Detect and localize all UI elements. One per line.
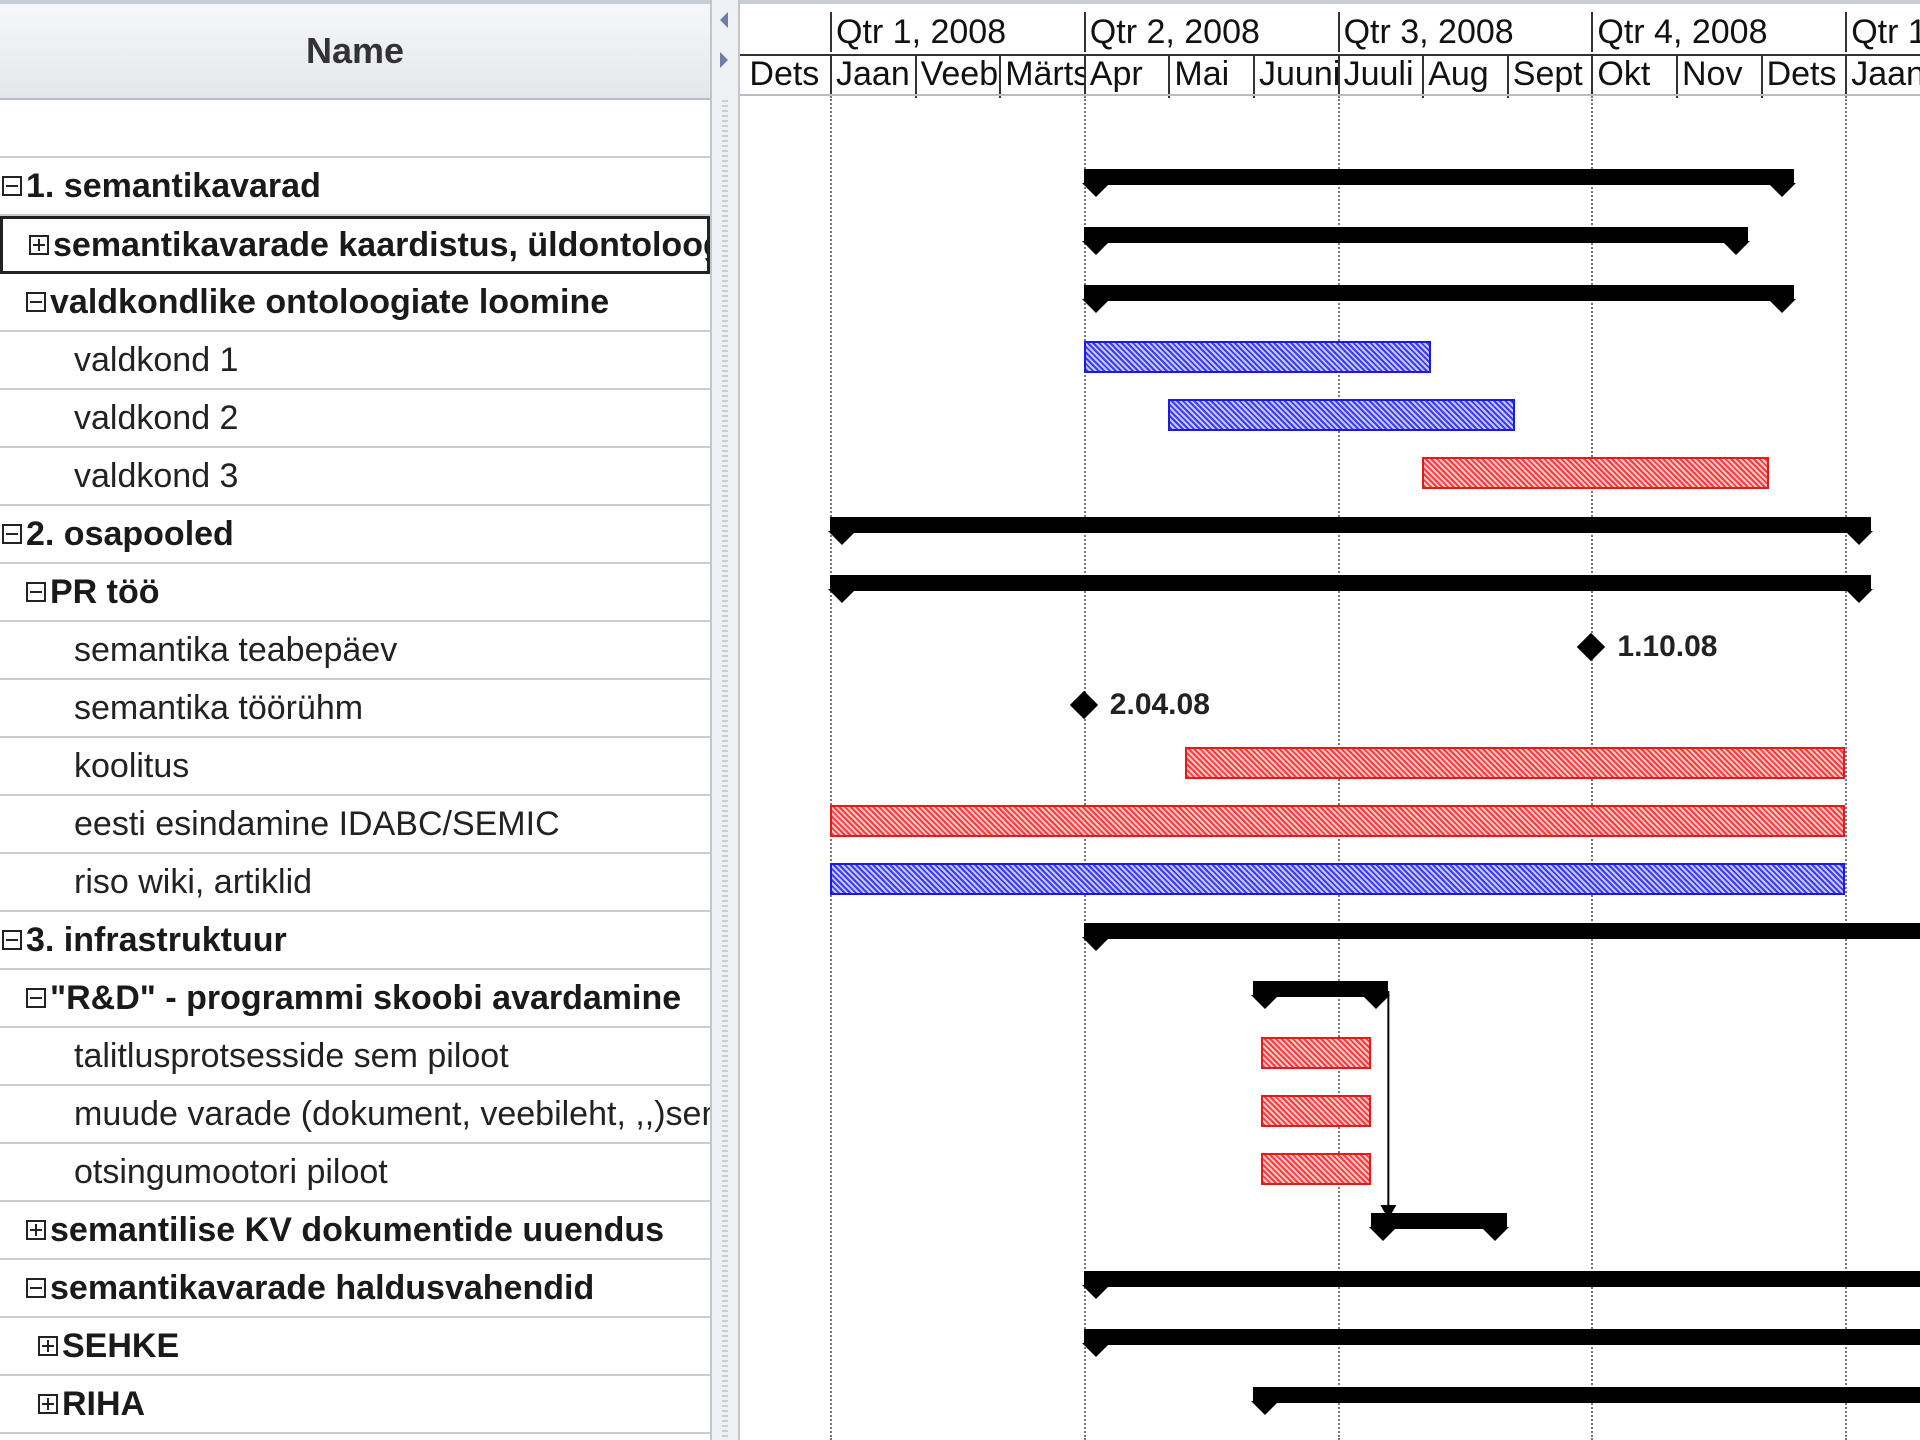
task-name-label: 1. semantikavarad: [26, 166, 321, 205]
project-gantt-window: Name 1. semantikavarad semantikavarade ka…: [0, 0, 1920, 1440]
task-name-label: koolitus: [74, 746, 190, 785]
task-row[interactable]: semantikavarade haldusvahendid: [0, 1260, 710, 1318]
collapse-minus-icon[interactable]: [26, 582, 46, 602]
expand-plus-icon[interactable]: [38, 1394, 58, 1414]
splitter-arrows-icon[interactable]: [714, 8, 734, 68]
task-name-table: Name 1. semantikavarad semantikavarade ka…: [0, 0, 710, 1440]
task-name-label: valdkondlike ontoloogiate loomine: [50, 282, 610, 321]
milestone-date-label: 1.10.08: [1617, 630, 1718, 663]
summary-bar[interactable]: [1250, 1387, 1920, 1415]
collapse-minus-icon[interactable]: [2, 176, 22, 196]
task-row[interactable]: "R&D" - programmi skoobi avardamine: [0, 970, 710, 1028]
summary-bar[interactable]: [1081, 1271, 1920, 1299]
task-row[interactable]: riso wiki, artiklid: [0, 854, 710, 912]
task-bar[interactable]: [1185, 747, 1846, 779]
task-bar[interactable]: [1261, 1037, 1372, 1069]
summary-bar[interactable]: [1081, 923, 1920, 951]
gantt-chart-area: Qtr 1, 2008 Qtr 2, 2008 Qtr 3, 2008 Qtr 4, …: [740, 0, 1920, 1440]
task-name-label: eesti esindamine IDABC/SEMIC: [74, 804, 560, 843]
task-name-label: valdkond 2: [74, 398, 239, 437]
task-name-label: SEHKE: [62, 1326, 180, 1365]
task-name-label: muude varade (dokument, veebileht, ,,)se…: [74, 1094, 710, 1133]
collapse-minus-icon[interactable]: [2, 524, 22, 544]
task-row[interactable]: valdkond 3: [0, 448, 710, 506]
task-row[interactable]: 2. osapooled: [0, 506, 710, 564]
task-bar[interactable]: [1083, 341, 1431, 373]
task-row[interactable]: talitlusprotsesside sem piloot: [0, 1028, 710, 1086]
task-row[interactable]: SEHKE: [0, 1318, 710, 1376]
task-name-label: PR töö: [50, 572, 160, 611]
task-row[interactable]: valdkond 2: [0, 390, 710, 448]
collapse-minus-icon[interactable]: [26, 1278, 46, 1298]
task-name-label: RIHA: [62, 1384, 146, 1423]
task-bar[interactable]: [1261, 1153, 1372, 1185]
milestone-diamond[interactable]: [1577, 632, 1606, 662]
summary-bar[interactable]: [1369, 1213, 1510, 1241]
task-name-label: "R&D" - programmi skoobi avardamine: [50, 978, 682, 1017]
task-name-label: 3. infrastruktuur: [26, 920, 287, 959]
gantt-bars-layer: 1.10.08 2.04.08: [740, 0, 1920, 1440]
task-bar[interactable]: [830, 863, 1846, 895]
task-row[interactable]: valdkond 1: [0, 332, 710, 390]
task-row[interactable]: [0, 100, 710, 158]
task-row[interactable]: muude varade (dokument, veebileht, ,,)se…: [0, 1086, 710, 1144]
task-name-label: semantikavarade kaardistus, üldontoloogi…: [53, 225, 710, 264]
summary-bar[interactable]: [828, 517, 1873, 545]
summary-bar[interactable]: [828, 575, 1873, 603]
task-row[interactable]: 1. semantikavarad: [0, 158, 710, 216]
splitter-grip[interactable]: [722, 100, 728, 1440]
task-row[interactable]: semantika teabepäev: [0, 622, 710, 680]
task-name-label: semantika teabepäev: [74, 630, 398, 669]
collapse-minus-icon[interactable]: [26, 292, 46, 312]
task-name-label: otsingumootori piloot: [74, 1152, 388, 1191]
task-bar[interactable]: [1261, 1095, 1372, 1127]
expand-plus-icon[interactable]: [38, 1336, 58, 1356]
task-row[interactable]: RIHA: [0, 1376, 710, 1434]
summary-bar[interactable]: [1081, 285, 1797, 313]
name-column-header[interactable]: Name: [0, 4, 710, 100]
milestone-diamond[interactable]: [1069, 690, 1098, 720]
task-name-label: valdkond 3: [74, 456, 239, 495]
task-name-label: 2. osapooled: [26, 514, 234, 553]
expand-plus-icon[interactable]: [29, 235, 49, 255]
milestone-date-label: 2.04.08: [1109, 688, 1210, 721]
task-row[interactable]: 3. infrastruktuur: [0, 912, 710, 970]
summary-bar[interactable]: [1250, 981, 1391, 1009]
task-name-label: valdkond 1: [74, 340, 239, 379]
task-row[interactable]: PR töö: [0, 564, 710, 622]
collapse-minus-icon[interactable]: [2, 930, 22, 950]
pane-splitter[interactable]: [710, 0, 740, 1440]
task-row[interactable]: semantikavarade kaardistus, üldontoloogi…: [0, 216, 710, 274]
task-row[interactable]: semantika töörühm: [0, 680, 710, 738]
summary-bar[interactable]: [1081, 1329, 1920, 1357]
task-name-label: semantika töörühm: [74, 688, 364, 727]
summary-bar[interactable]: [1081, 227, 1751, 255]
task-name-label: riso wiki, artiklid: [74, 862, 313, 901]
collapse-minus-icon[interactable]: [26, 988, 46, 1008]
task-row[interactable]: otsingumootori piloot: [0, 1144, 710, 1202]
task-bar[interactable]: [1168, 399, 1516, 431]
summary-bar[interactable]: [1081, 169, 1797, 197]
task-row[interactable]: valdkondlike ontoloogiate loomine: [0, 274, 710, 332]
task-bar[interactable]: [1422, 457, 1770, 489]
task-row[interactable]: koolitus: [0, 738, 710, 796]
task-row[interactable]: eesti esindamine IDABC/SEMIC: [0, 796, 710, 854]
task-row[interactable]: semantilise KV dokumentide uuendus: [0, 1202, 710, 1260]
name-column-header-label: Name: [305, 30, 405, 71]
expand-plus-icon[interactable]: [26, 1220, 46, 1240]
task-bar[interactable]: [830, 805, 1846, 837]
task-name-label: semantilise KV dokumentide uuendus: [50, 1210, 665, 1249]
task-name-label: semantikavarade haldusvahendid: [50, 1268, 595, 1307]
task-name-label: talitlusprotsesside sem piloot: [74, 1036, 509, 1075]
